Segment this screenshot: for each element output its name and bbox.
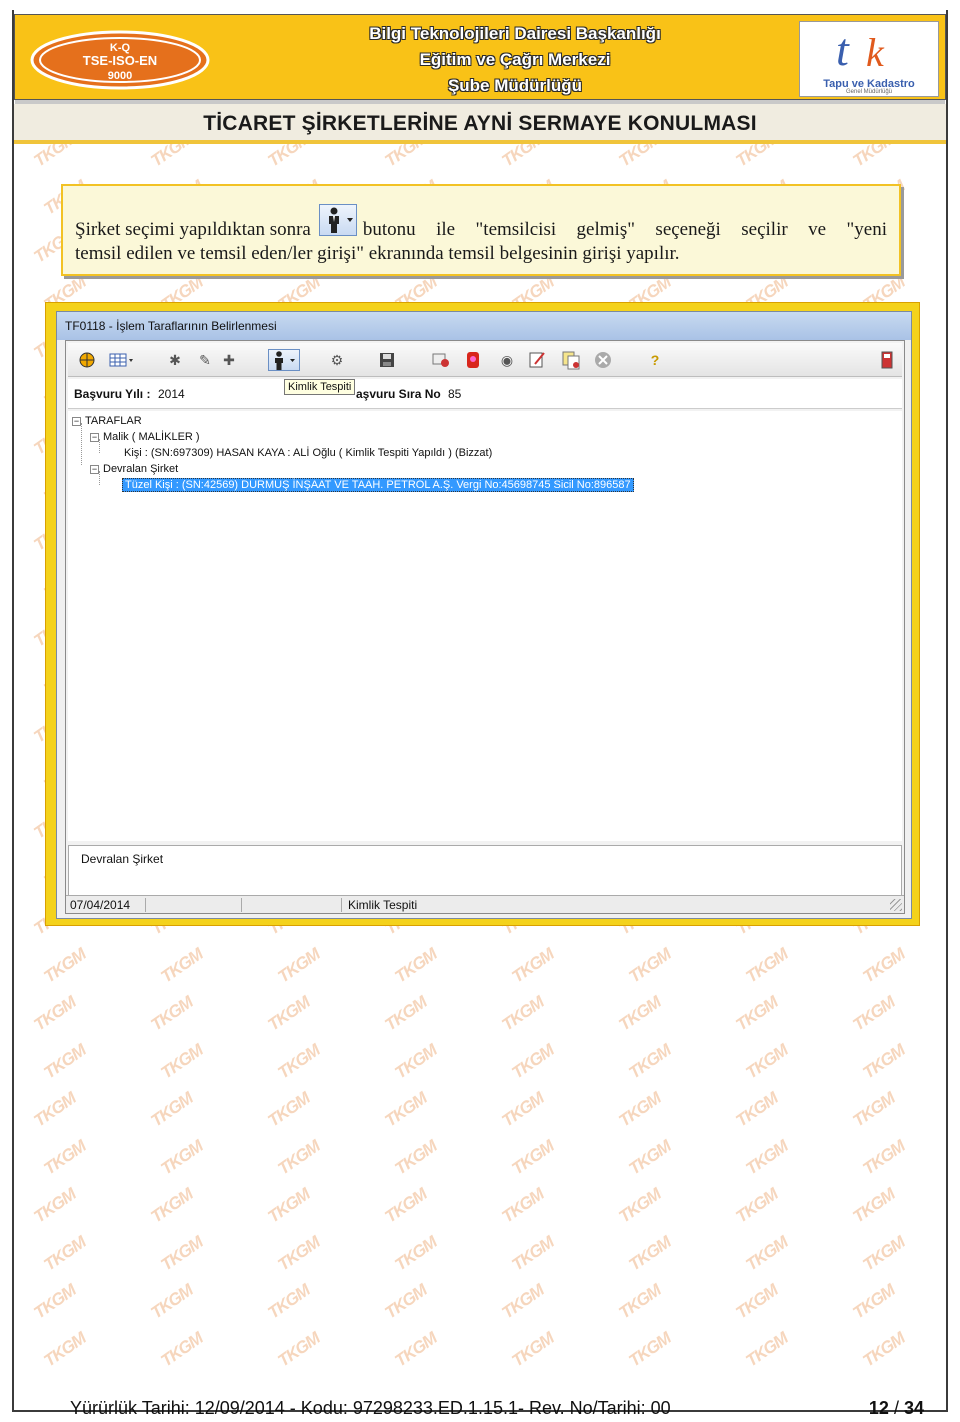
subject-title: TİCARET ŞİRKETLERİNE AYNİ SERMAYE KONULM… <box>203 112 757 135</box>
tkgm-logo-mark2-icon: k <box>866 30 884 75</box>
tree-node-label: Malik ( MALİKLER ) <box>103 431 200 443</box>
instruction-note: Şirket seçimi yapıldıktan sonra butonu i… <box>61 184 901 276</box>
exit-icon[interactable] <box>876 349 898 371</box>
tree-node-label: Tüzel Kişi : (SN:42569) DURMUŞ İNŞAAT VE… <box>122 478 634 492</box>
basvuru-sira-no-label: aşvuru Sıra No <box>356 387 441 401</box>
window-title: TF0118 - İşlem Taraflarının Belirlenmesi <box>57 312 911 340</box>
basvuru-yili-value: 2014 <box>158 387 185 401</box>
footer-document-info: Yürürlük Tarihi: 12/09/2014 - Kodu: 9729… <box>70 1398 671 1418</box>
tree-node-tuzel-kisi[interactable]: Tüzel Kişi : (SN:42569) DURMUŞ İNŞAAT VE… <box>122 477 634 493</box>
tkgm-logo-mark-icon: t <box>836 24 849 75</box>
eye-icon[interactable]: ◉ <box>496 349 518 371</box>
page-total: 34 <box>903 1398 924 1418</box>
status-text: Kimlik Tespiti <box>348 898 418 912</box>
header-title-dept: Bilgi Teknolojileri Dairesi Başkanlığı <box>369 24 661 43</box>
document-header: K-Q TSE-ISO-EN 9000 Bilgi Teknolojileri … <box>14 14 946 104</box>
tree-node-devralan[interactable]: − Devralan Şirket <box>90 461 178 477</box>
identity-check-button[interactable] <box>268 349 300 371</box>
page-number: 12 / 34 <box>869 1398 924 1419</box>
grid-menu-icon[interactable] <box>108 349 136 371</box>
delete-person-icon[interactable]: ✱ <box>164 349 186 371</box>
documents-icon[interactable] <box>560 349 582 371</box>
edit-person-icon[interactable]: ✎ <box>194 349 216 371</box>
party-tree: − TARAFLAR − Malik ( MALİKLER ) Kişi : (SN… <box>68 411 902 841</box>
note-line-1: Şirket seçimi yapıldıktan sonra butonu i… <box>75 204 887 242</box>
status-cell-empty <box>146 898 242 912</box>
tkgm-logo-sub: Genel Müdürlüğü <box>845 89 893 95</box>
tree-node-label: TARAFLAR <box>85 415 142 427</box>
window-body: ✱ ✎ ✚ ⚙ ◉ ? Kimlik Tespiti Başvuru Yılı … <box>65 340 905 914</box>
status-date: 07/04/2014 <box>66 898 146 912</box>
collapse-icon[interactable]: − <box>72 416 81 426</box>
note-after-button: butonu ile "temsilcisi gelmiş" seçeneği … <box>362 219 887 240</box>
status-bar: 07/04/2014 Kimlik Tespiti <box>66 895 904 913</box>
page-separator: / <box>888 1398 904 1418</box>
status-cell-empty <box>242 898 342 912</box>
tkgm-logo: t k Tapu ve Kadastro Genel Müdürlüğü <box>799 21 939 97</box>
save-icon[interactable] <box>376 349 398 371</box>
badge-text: TSE-ISO-EN <box>83 53 157 68</box>
description-box: Devralan Şirket <box>68 845 902 897</box>
basvuru-yili-label: Başvuru Yılı : <box>74 387 151 401</box>
header-title-branch: Şube Müdürlüğü <box>447 76 583 95</box>
document-footer: Yürürlük Tarihi: 12/09/2014 - Kodu: 9729… <box>14 1398 946 1422</box>
header-title-center: Eğitim ve Çağrı Merkezi <box>419 50 611 69</box>
tooltip: Kimlik Tespiti <box>284 379 356 395</box>
note-before-button: Şirket seçimi yapıldıktan sonra <box>75 219 311 240</box>
tree-node-label: Kişi : (SN:697309) HASAN KAYA : ALİ Oğlu… <box>124 447 493 459</box>
tree-node-taraflar[interactable]: − TARAFLAR <box>72 413 142 429</box>
tse-iso-badge-icon: K-Q TSE-ISO-EN 9000 <box>30 30 210 90</box>
basvuru-sira-no-value: 85 <box>448 387 462 401</box>
add-icon[interactable]: ✚ <box>218 349 240 371</box>
badge-text: 9000 <box>108 70 132 82</box>
help-icon[interactable]: ? <box>644 349 666 371</box>
tree-node-label: Devralan Şirket <box>103 463 179 475</box>
tree-node-kisi[interactable]: Kişi : (SN:697309) HASAN KAYA : ALİ Oğlu… <box>124 445 492 461</box>
application-info-row: Başvuru Yılı : 2014 aşvuru Sıra No 85 <box>68 379 902 409</box>
subject-bar: TİCARET ŞİRKETLERİNE AYNİ SERMAYE KONULM… <box>14 104 946 144</box>
settings-gear-icon[interactable]: ⚙ <box>326 349 348 371</box>
collapse-icon[interactable]: − <box>90 464 99 474</box>
tree-connector <box>81 423 82 465</box>
close-circle-icon[interactable] <box>592 349 614 371</box>
page-current: 12 <box>868 1398 889 1418</box>
edit-document-icon[interactable] <box>526 349 548 371</box>
person-card-icon[interactable] <box>430 349 452 371</box>
navigate-icon[interactable] <box>76 349 98 371</box>
app-window: TF0118 - İşlem Taraflarının Belirlenmesi… <box>56 311 912 919</box>
note-line-2: temsil edilen ve temsil eden/ler girişi"… <box>75 243 680 264</box>
tree-node-malik[interactable]: − Malik ( MALİKLER ) <box>90 429 200 445</box>
header-titles: Bilgi Teknolojileri Dairesi Başkanlığı E… <box>295 21 735 99</box>
screenshot-frame: TF0118 - İşlem Taraflarının Belirlenmesi… <box>45 302 920 926</box>
collapse-icon[interactable]: − <box>90 432 99 442</box>
person-dropdown-button-icon <box>318 204 357 236</box>
document-red-icon[interactable] <box>462 349 484 371</box>
resize-grip-icon[interactable] <box>890 899 902 911</box>
toolbar: ✱ ✎ ✚ ⚙ ◉ ? <box>68 343 902 377</box>
